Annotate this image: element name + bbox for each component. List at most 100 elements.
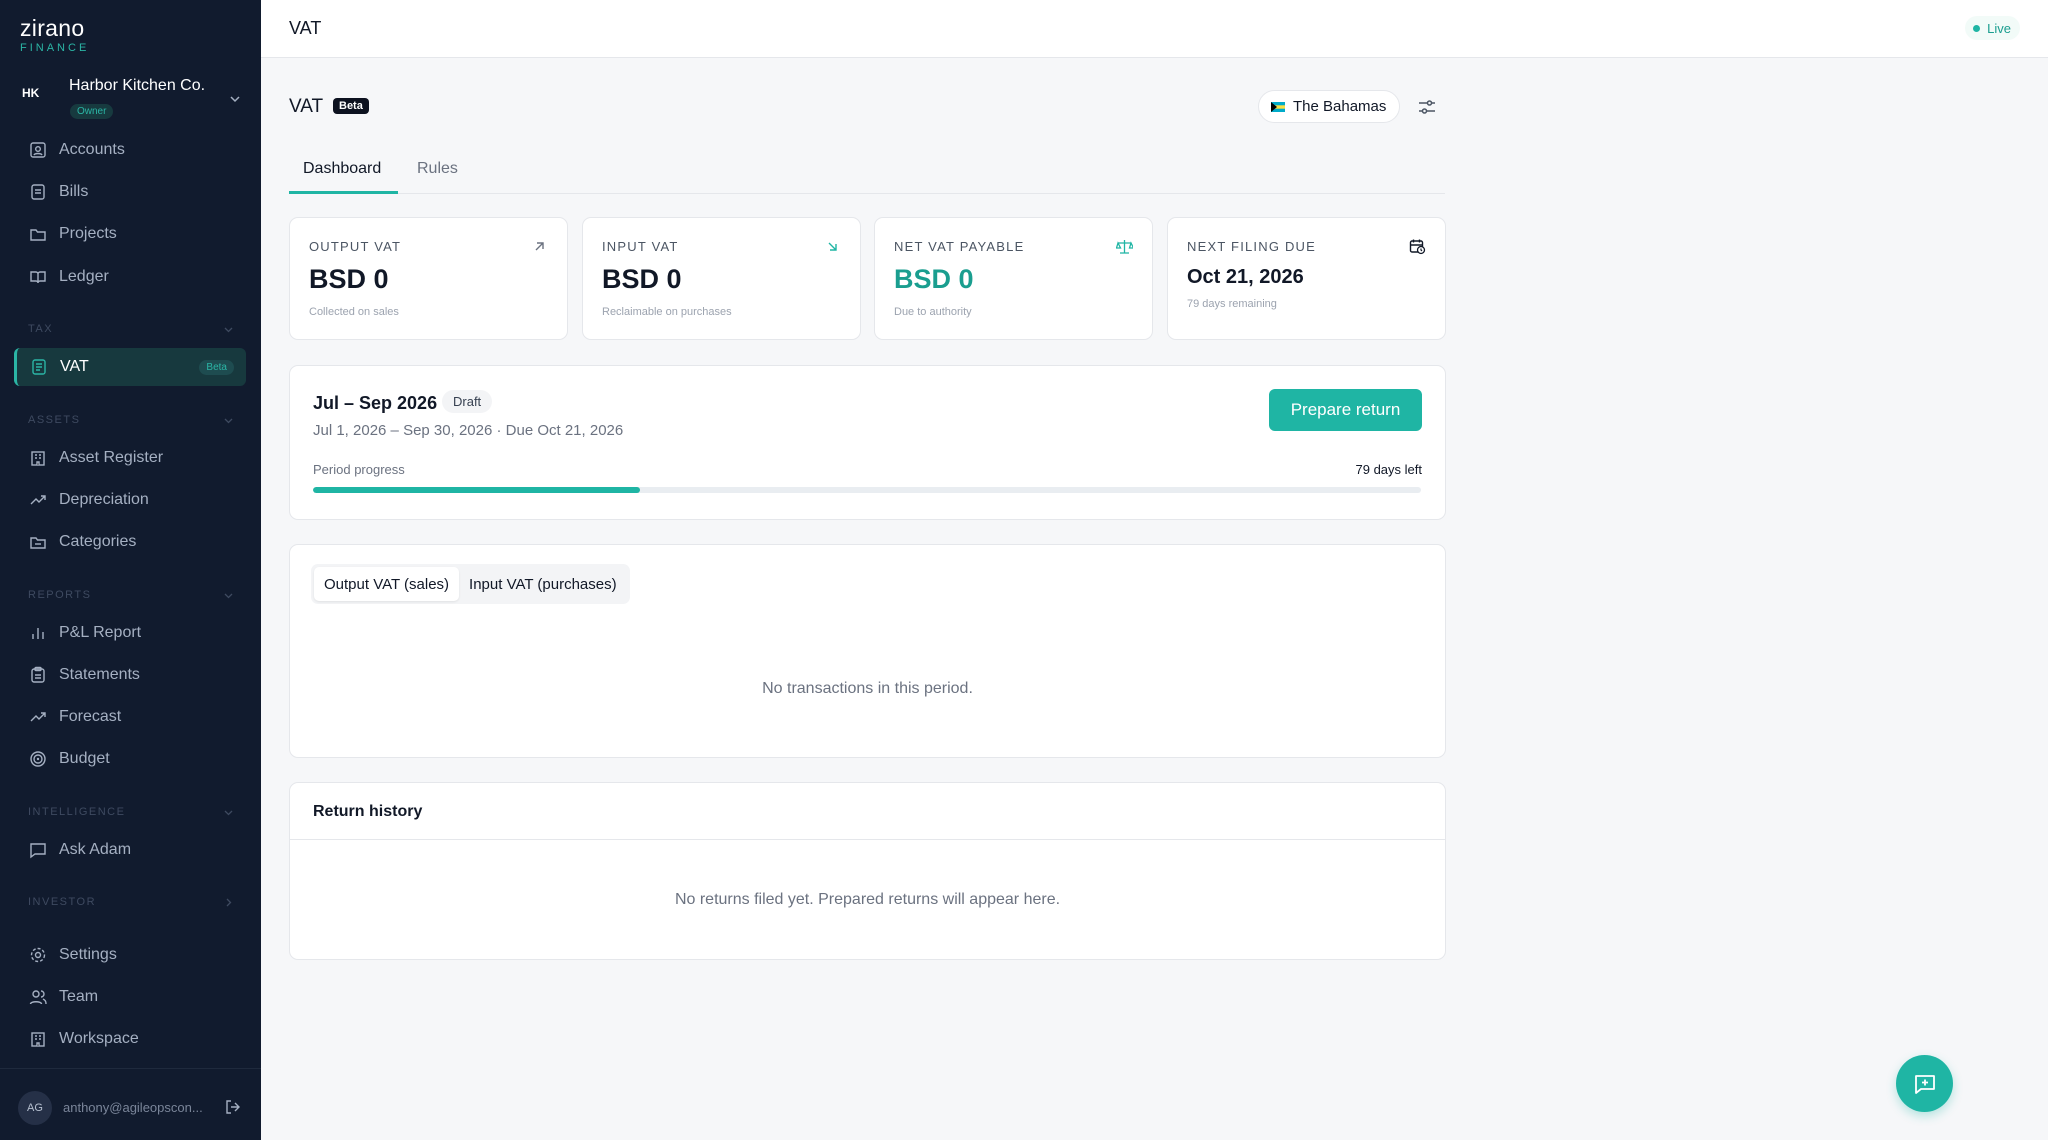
sidebar-item-workspace[interactable]: Workspace [14, 1020, 246, 1058]
sidebar-item-label: Settings [59, 946, 117, 963]
stat-card-output-vat: OUTPUT VAT BSD 0 Collected on sales [289, 217, 568, 340]
chevron-down-icon [224, 418, 233, 424]
progress-label: Period progress [313, 462, 405, 477]
org-switcher[interactable]: HK Harbor Kitchen Co. Owner [12, 70, 249, 128]
org-name: Harbor Kitchen Co. [69, 77, 206, 94]
document-icon [32, 359, 46, 375]
sidebar-item-settings[interactable]: Settings [14, 936, 246, 974]
brand-logo[interactable]: zirano FINANCE [20, 16, 89, 54]
live-dot-icon [1973, 24, 1981, 32]
country-label: The Bahamas [1293, 98, 1387, 115]
chat-plus-icon [1914, 1074, 1935, 1094]
stat-label: NEXT FILING DUE [1187, 239, 1317, 254]
section-tax[interactable]: TAX [28, 323, 234, 335]
section-label: TAX [28, 323, 54, 335]
stat-label: OUTPUT VAT [309, 239, 402, 254]
section-label: INTELLIGENCE [28, 806, 126, 818]
sidebar-item-label: Budget [59, 750, 110, 767]
stat-card-net-vat: NET VAT PAYABLE BSD 0 Due to authority [874, 217, 1153, 340]
sidebar-item-label: Depreciation [59, 491, 149, 508]
card-header: Return history [290, 783, 1445, 840]
sidebar-item-budget[interactable]: Budget [14, 740, 246, 778]
sidebar-item-vat[interactable]: VAT Beta [14, 348, 246, 386]
sidebar-item-depreciation[interactable]: Depreciation [14, 481, 246, 519]
tab-dashboard[interactable]: Dashboard [303, 160, 381, 178]
bar-chart-icon [32, 628, 44, 639]
scale-icon [1116, 240, 1133, 254]
receipt-icon [31, 184, 45, 200]
status-badge: Draft [442, 390, 493, 413]
org-avatar: HK [22, 86, 40, 100]
section-label: INVESTOR [28, 896, 97, 908]
sidebar-item-categories[interactable]: Categories [14, 523, 246, 561]
period-title: Jul – Sep 2026 [313, 393, 438, 413]
arrow-down-right-icon [828, 242, 837, 251]
sidebar-item-team[interactable]: Team [14, 978, 246, 1016]
status-badge: Live [1965, 16, 2020, 40]
section-label: ASSETS [28, 414, 81, 426]
bahamas-flag-icon [1271, 101, 1285, 112]
clipboard-icon [31, 666, 45, 683]
progress-bar [313, 487, 1421, 493]
sidebar-item-bills[interactable]: Bills [14, 173, 246, 211]
calendar-clock-icon [1409, 239, 1426, 255]
new-chat-button[interactable] [1896, 1055, 1953, 1112]
sidebar-item-label: Ledger [59, 268, 109, 285]
page-title: VAT [289, 96, 324, 117]
section-reports[interactable]: REPORTS [28, 589, 234, 601]
target-icon [30, 751, 46, 767]
section-investor[interactable]: INVESTOR [28, 896, 234, 908]
brand-name: zirano [20, 15, 85, 41]
chevron-down-icon [230, 96, 240, 103]
tab-input-vat[interactable]: Input VAT (purchases) [459, 567, 627, 601]
stat-value: BSD 0 [309, 264, 389, 294]
sidebar-item-label: Ask Adam [59, 841, 132, 858]
empty-state-message: No transactions in this period. [762, 680, 973, 697]
sidebar-item-projects[interactable]: Projects [14, 215, 246, 253]
sidebar-item-label: VAT [60, 358, 89, 375]
user-square-icon [30, 142, 46, 158]
tab-active-indicator [289, 191, 398, 194]
beta-badge: Beta [199, 359, 234, 375]
stat-value: BSD 0 [602, 264, 682, 294]
stat-caption: Collected on sales [309, 306, 399, 318]
sidebar-item-label: Bills [59, 183, 89, 200]
section-label: REPORTS [28, 589, 92, 601]
chevron-down-icon [224, 593, 233, 599]
sidebar-item-asset-register[interactable]: Asset Register [14, 439, 246, 477]
sidebar-item-accounts[interactable]: Accounts [14, 131, 246, 169]
stat-value: BSD 0 [894, 264, 974, 294]
sidebar-item-pl-report[interactable]: P&L Report [14, 614, 246, 652]
avatar[interactable]: AG [18, 1091, 52, 1125]
country-selector[interactable]: The Bahamas [1258, 90, 1401, 123]
user-panel: AG anthony@agileopscon... [0, 1068, 261, 1140]
beta-badge: Beta [333, 98, 369, 114]
settings-sliders-icon[interactable] [1416, 96, 1438, 118]
trend-icon [30, 495, 46, 505]
sidebar-item-forecast[interactable]: Forecast [14, 698, 246, 736]
sidebar-item-label: Accounts [59, 141, 125, 158]
sidebar-item-label: Statements [59, 666, 140, 683]
building-icon [31, 451, 45, 466]
topbar-title: VAT [289, 18, 322, 38]
sidebar-item-statements[interactable]: Statements [14, 656, 246, 694]
tab-output-vat[interactable]: Output VAT (sales) [314, 567, 460, 601]
sidebar-item-ledger[interactable]: Ledger [14, 258, 246, 296]
stat-card-next-filing: NEXT FILING DUE Oct 21, 2026 79 days rem… [1167, 217, 1446, 340]
chevron-down-icon [224, 810, 233, 816]
logout-icon[interactable] [224, 1098, 242, 1116]
folder-icon [30, 537, 46, 549]
stat-caption: Due to authority [894, 306, 972, 318]
transactions-card: Output VAT (sales) Input VAT (purchases)… [289, 544, 1446, 758]
trend-up-icon [30, 712, 46, 722]
prepare-return-button[interactable]: Prepare return [1269, 389, 1422, 431]
section-intelligence[interactable]: INTELLIGENCE [28, 806, 234, 818]
card-title: Return history [313, 803, 423, 820]
stat-card-input-vat: INPUT VAT BSD 0 Reclaimable on purchases [582, 217, 861, 340]
tab-rules[interactable]: Rules [417, 160, 458, 178]
status-label: Live [1987, 20, 2011, 36]
org-role-badge: Owner [70, 104, 114, 119]
folder-icon [30, 229, 46, 241]
section-assets[interactable]: ASSETS [28, 414, 234, 426]
sidebar-item-ask-adam[interactable]: Ask Adam [14, 831, 246, 869]
